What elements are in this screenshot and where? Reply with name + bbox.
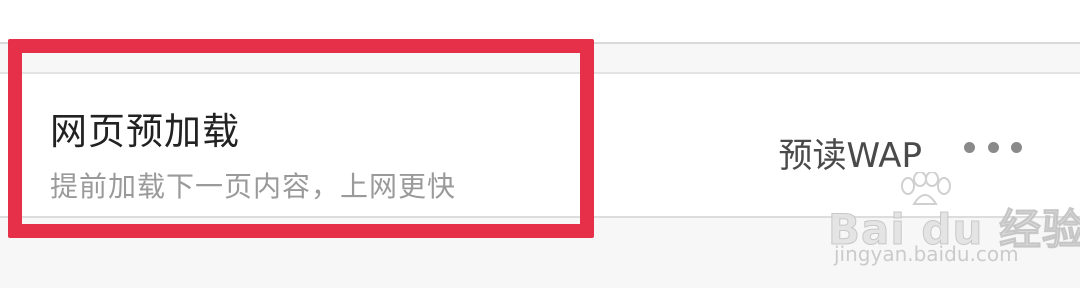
watermark-url: jingyan.baidu.com [834, 242, 1019, 266]
dot [1011, 141, 1022, 153]
setting-row-page-preload[interactable]: 网页预加载 提前加载下一页内容，上网更快 预读WAP [0, 74, 1080, 216]
divider-row-bottom [0, 216, 1080, 218]
divider-top [0, 42, 1080, 44]
setting-current-value[interactable]: 预读WAP [778, 128, 922, 177]
setting-subtitle: 提前加载下一页内容，上网更快 [50, 170, 457, 203]
more-dots-icon[interactable] [958, 132, 1028, 162]
settings-page: 网页预加载 提前加载下一页内容，上网更快 预读WAP Bai du 经验 jin… [0, 0, 1080, 288]
previous-row-strip [0, 0, 1080, 42]
setting-title: 网页预加载 [50, 110, 240, 153]
dot [987, 141, 999, 153]
dot [964, 141, 975, 153]
